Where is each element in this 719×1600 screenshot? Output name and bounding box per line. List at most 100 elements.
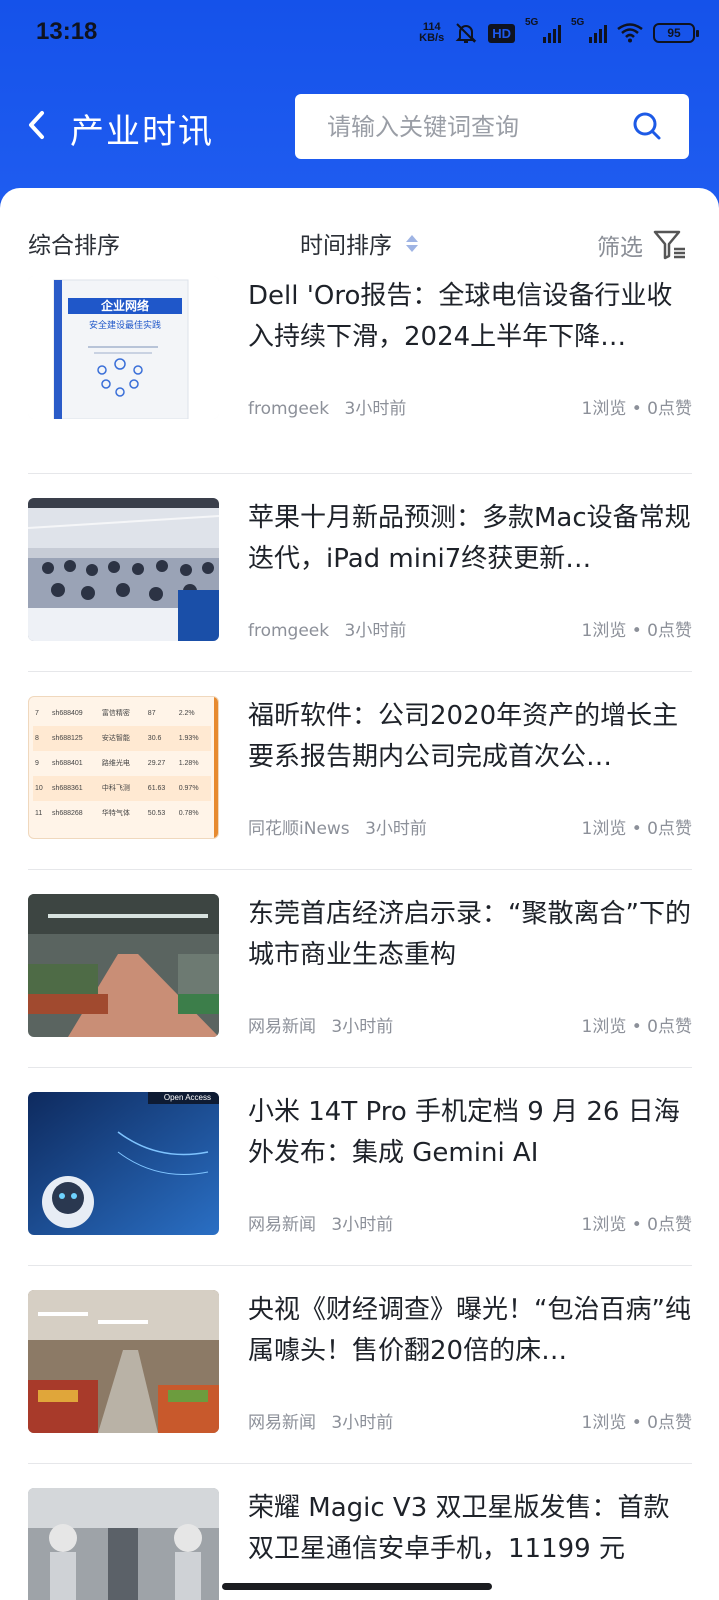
stock-table-cell: 9 <box>35 760 39 767</box>
news-time: 3小时前 <box>344 399 407 419</box>
stock-table-cell: 10 <box>35 785 43 792</box>
stock-table-cell: sh688401 <box>51 760 83 767</box>
search-icon[interactable] <box>631 110 663 142</box>
stock-table-cell: 30.6 <box>147 735 162 742</box>
news-thumbnail <box>28 1488 219 1600</box>
thumb-book-title: 企业网络 <box>100 299 149 313</box>
news-title: 荣耀 Magic V3 双卫星版发售：首款双卫星通信安卓手机，11199 元 <box>248 1493 670 1564</box>
stock-table-cell: 富信精密 <box>101 710 130 717</box>
news-stats: 1浏览 • 0点赞 <box>581 399 692 419</box>
news-source: 网易新闻 <box>248 1017 316 1037</box>
news-stats: 1浏览 • 0点赞 <box>581 621 692 641</box>
stock-table-cell: 0.97% <box>178 785 199 792</box>
stock-table-cell: 安达智能 <box>101 735 130 742</box>
stock-table-cell: 中科飞测 <box>101 785 130 792</box>
news-time: 3小时前 <box>331 1017 394 1037</box>
news-source-time: 网易新闻 3小时前 <box>248 1408 393 1433</box>
status-time: 13:18 <box>36 18 98 45</box>
news-stats: 1浏览 • 0点赞 <box>581 1413 692 1433</box>
news-source: 网易新闻 <box>248 1215 316 1235</box>
news-thumbnail <box>28 1290 219 1433</box>
news-source: fromgeek <box>248 621 330 641</box>
search-input[interactable] <box>295 112 595 141</box>
home-indicator[interactable] <box>222 1583 492 1590</box>
news-time: 3小时前 <box>365 819 427 839</box>
news-source-time: fromgeek 3小时前 <box>248 394 406 419</box>
net-speed-unit: KB/s <box>419 32 445 44</box>
news-source-time: 网易新闻 3小时前 <box>248 1210 393 1235</box>
stock-table-cell: 路维光电 <box>101 760 130 767</box>
stock-table-cell: 50.53 <box>147 810 166 817</box>
news-source-time: 网易新闻 3小时前 <box>248 1012 393 1037</box>
search-box[interactable] <box>295 94 689 159</box>
stock-table-cell: 61.63 <box>147 785 166 792</box>
news-item[interactable]: 企业网络 安全建设最佳实践 Dell 'Oro报告：全球电信设备行业收入持续下滑… <box>28 276 692 474</box>
stock-table-row: 7 sh688409 富信精密 87 2.2% <box>33 701 211 726</box>
news-title: 小米 14T Pro 手机定档 9 月 26 日海外发布：集成 Gemini A… <box>248 1097 680 1168</box>
news-title: Dell 'Oro报告：全球电信设备行业收入持续下滑，2024上半年下降… <box>248 281 673 352</box>
news-thumbnail <box>28 498 219 641</box>
news-stats: 1浏览 • 0点赞 <box>581 1215 692 1235</box>
news-stats: 1浏览 • 0点赞 <box>581 819 692 839</box>
news-source: 同花顺iNews <box>248 819 350 839</box>
signal-icon: 5G <box>525 17 561 43</box>
news-thumbnail: Open Access <box>28 1092 219 1235</box>
status-icons: 114 KB/s HD 5G 5G 95 <box>419 16 699 50</box>
news-item[interactable]: 苹果十月新品预测：多款Mac设备常规迭代，iPad mini7终获更新… fro… <box>28 474 692 672</box>
thumb-book-subtitle: 安全建设最佳实践 <box>88 321 161 331</box>
news-time: 3小时前 <box>331 1413 394 1433</box>
net-speed: 114 KB/s <box>419 22 444 44</box>
filter-label: 筛选 <box>597 235 643 261</box>
sort-comprehensive[interactable]: 综合排序 <box>28 226 120 260</box>
news-title: 央视《财经调查》曝光！“包治百病”纯属噱头！售价翻20倍的床… <box>248 1295 691 1366</box>
news-thumbnail <box>28 894 219 1037</box>
stock-table-cell: sh688409 <box>51 710 83 717</box>
news-title: 东莞首店经济启示录：“聚散离合”下的城市商业生态重构 <box>248 899 691 970</box>
app-header: 13:18 114 KB/s HD 5G 5G 95 产业时讯 请输入关键词查询 <box>0 0 719 200</box>
stock-table-cell: 2.2% <box>178 710 195 717</box>
wifi-icon <box>617 23 643 43</box>
stock-table-cell: 华特气体 <box>101 810 130 817</box>
news-list: 企业网络 安全建设最佳实践 Dell 'Oro报告：全球电信设备行业收入持续下滑… <box>28 276 692 1600</box>
signal-icon: 5G <box>571 17 607 43</box>
stock-table-cell: 11 <box>35 810 43 817</box>
news-item[interactable]: 7 sh688409 富信精密 87 2.2% 8 sh688125 安达智能 30.6 1.93… <box>28 672 692 870</box>
news-item[interactable]: Open Access 小米 14T Pro 手机定档 9 月 26 日海外发布… <box>28 1068 692 1266</box>
filter-button[interactable]: 筛选 <box>597 228 687 262</box>
news-source: fromgeek <box>248 399 330 419</box>
sort-arrows-icon <box>406 234 418 252</box>
stock-table-cell: sh688361 <box>51 785 83 792</box>
news-thumbnail: 7 sh688409 富信精密 87 2.2% 8 sh688125 安达智能 30.6 1.93… <box>28 696 219 839</box>
sort-time[interactable]: 时间排序 <box>300 226 418 260</box>
news-time: 3小时前 <box>344 621 407 641</box>
news-thumbnail: 企业网络 安全建设最佳实践 <box>28 276 219 419</box>
stock-table-row: 10 sh688361 中科飞测 61.63 0.97% <box>33 776 211 801</box>
mute-bell-icon <box>455 23 477 43</box>
news-stats: 1浏览 • 0点赞 <box>581 1017 692 1037</box>
news-source-time: fromgeek 3小时前 <box>248 616 406 641</box>
thumb-open-access-label: Open Access <box>163 1093 211 1102</box>
signal-2-label: 5G <box>571 17 585 28</box>
sort-bar: 综合排序 时间排序 筛选 <box>0 188 719 288</box>
battery-icon: 95 <box>653 23 699 43</box>
news-title: 苹果十月新品预测：多款Mac设备常规迭代，iPad mini7终获更新… <box>248 503 691 574</box>
stock-table-row: 11 sh688268 华特气体 50.53 0.78% <box>33 801 211 826</box>
stock-table-cell: sh688125 <box>51 735 83 742</box>
news-item[interactable]: 东莞首店经济启示录：“聚散离合”下的城市商业生态重构 网易新闻 3小时前 1浏览… <box>28 870 692 1068</box>
page-title: 产业时讯 <box>70 112 214 152</box>
stock-table-cell: 0.78% <box>178 810 199 817</box>
stock-table-cell: 87 <box>147 710 156 717</box>
news-item[interactable]: 央视《财经调查》曝光！“包治百病”纯属噱头！售价翻20倍的床… 网易新闻 3小时… <box>28 1266 692 1464</box>
news-time: 3小时前 <box>331 1215 394 1235</box>
chevron-left-icon[interactable] <box>22 105 52 145</box>
stock-table-cell: 1.28% <box>178 760 199 767</box>
stock-table-cell: 7 <box>35 710 39 717</box>
stock-table-cell: 29.27 <box>147 760 166 767</box>
filter-icon <box>653 230 685 260</box>
news-source: 网易新闻 <box>248 1413 316 1433</box>
news-item[interactable]: 荣耀 Magic V3 双卫星版发售：首款双卫星通信安卓手机，11199 元 <box>28 1464 692 1600</box>
stock-table: 7 sh688409 富信精密 87 2.2% 8 sh688125 安达智能 30.6 1.93… <box>33 701 211 826</box>
stock-table-cell: sh688268 <box>51 810 83 817</box>
stock-table-row: 8 sh688125 安达智能 30.6 1.93% <box>33 726 211 751</box>
stock-table-row: 9 sh688401 路维光电 29.27 1.28% <box>33 751 211 776</box>
